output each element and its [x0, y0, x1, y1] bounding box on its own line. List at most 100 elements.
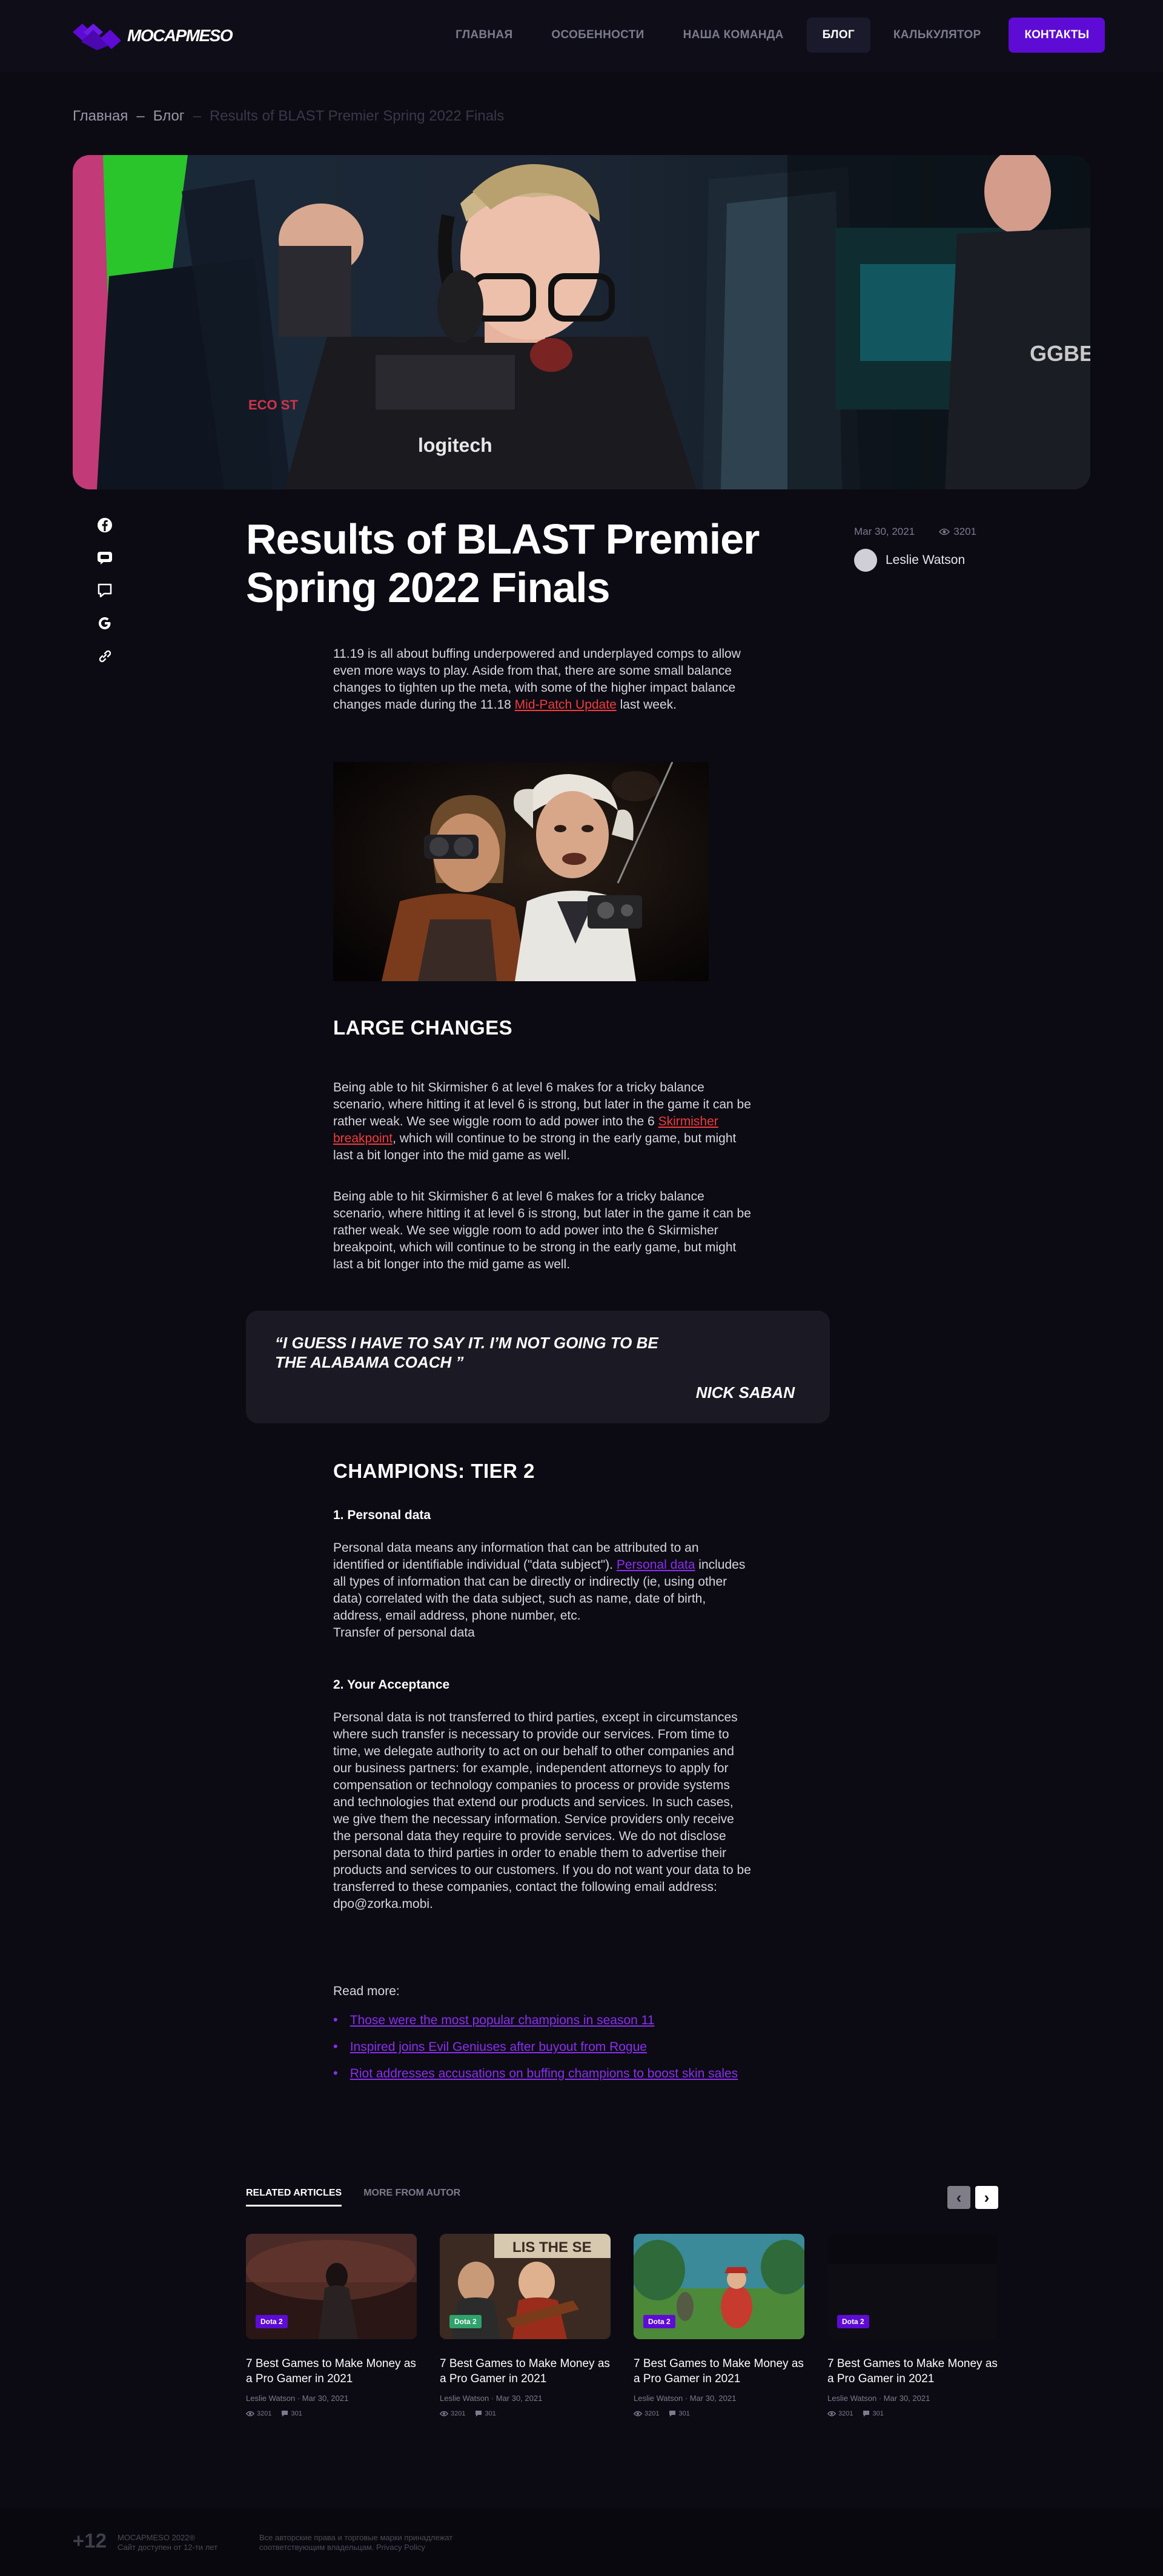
- article-image: [333, 762, 709, 981]
- svg-text:ECO ST: ECO ST: [248, 397, 298, 412]
- card-comments: 301: [291, 2410, 302, 2417]
- card-image: LIS THE SE Dota 2: [440, 2234, 611, 2339]
- discord-icon[interactable]: [96, 549, 114, 567]
- heading-personal-data: 1. Personal data: [333, 1508, 431, 1522]
- related-cards: Dota 2 7 Best Games to Make Money as a P…: [246, 2234, 997, 2428]
- eye-icon: [827, 2411, 836, 2417]
- game-badge: Dota 2: [256, 2315, 288, 2328]
- heading-large-changes: LARGE CHANGES: [333, 1016, 513, 1039]
- list-item: • Riot addresses accusations on buffing c…: [333, 2065, 751, 2081]
- p2-text: Being able to hit Skirmisher 6 at level …: [333, 1190, 751, 1271]
- tab-related-articles[interactable]: RELATED ARTICLES: [246, 2188, 342, 2207]
- read-more-link[interactable]: Inspired joins Evil Geniuses after buyou…: [350, 2040, 647, 2055]
- comment-icon: [863, 2411, 870, 2417]
- card-views: 3201: [838, 2410, 853, 2417]
- paragraph-2: Being able to hit Skirmisher 6 at level …: [333, 1188, 751, 1273]
- heading-champions: CHAMPIONS: TIER 2: [333, 1460, 535, 1482]
- section-champions: CHAMPIONS: TIER 2: [333, 1460, 751, 1483]
- footer-brand-line: MOCAPMESO 2022®: [118, 2533, 196, 2542]
- age-rating: +12: [73, 2529, 107, 2552]
- card-image: Dota 2: [634, 2234, 804, 2339]
- card-title: 7 Best Games to Make Money as a Pro Game…: [246, 2357, 416, 2385]
- contacts-button[interactable]: КОНТАКТЫ: [1009, 18, 1105, 53]
- quote-block: “I GUESS I HAVE TO SAY IT. I’M NOT GOING…: [246, 1311, 830, 1423]
- acceptance-text: Personal data is not transferred to thir…: [333, 1710, 751, 1911]
- section-personal-data: 1. Personal data: [333, 1508, 751, 1523]
- card-title: 7 Best Games to Make Money as a Pro Game…: [827, 2357, 997, 2385]
- site-footer: +12 MOCAPMESO 2022® Сайт доступен от 12-…: [0, 2508, 1163, 2576]
- related-tabs: RELATED ARTICLES MORE FROM AUTOR: [246, 2188, 460, 2207]
- breadcrumb-separator: –: [193, 108, 201, 124]
- mid-patch-link[interactable]: Mid-Patch Update: [515, 698, 617, 712]
- breadcrumb-blog[interactable]: Блог: [153, 108, 185, 125]
- card-image: Dota 2: [246, 2234, 417, 2339]
- avatar: [854, 549, 877, 572]
- card-comments: 301: [678, 2410, 690, 2417]
- card-comments: 301: [485, 2410, 496, 2417]
- quote-author: NICK SABAN: [695, 1383, 795, 1402]
- section-large-changes: LARGE CHANGES: [333, 1016, 751, 1039]
- share-bar: [96, 516, 114, 665]
- article-card[interactable]: Dota 2 7 Best Games to Make Money as a P…: [634, 2234, 804, 2417]
- nav-calculator[interactable]: КАЛЬКУЛЯТОР: [878, 18, 997, 53]
- logo[interactable]: MOCAPMESO: [73, 21, 233, 50]
- logo-text: MOCAPMESO: [127, 26, 233, 45]
- read-more-link[interactable]: Riot addresses accusations on buffing ch…: [350, 2067, 738, 2081]
- next-arrow-icon[interactable]: ›: [975, 2186, 998, 2209]
- article-card[interactable]: Dota 2 7 Best Games to Make Money as a P…: [246, 2234, 417, 2417]
- card-image: Dota 2: [827, 2234, 997, 2339]
- svg-text:logitech: logitech: [418, 434, 492, 456]
- prev-arrow-icon[interactable]: ‹: [947, 2186, 970, 2209]
- breadcrumb: Главная – Блог – Results of BLAST Premie…: [73, 108, 504, 125]
- section-acceptance: 2. Your Acceptance: [333, 1678, 751, 1692]
- carousel-controls: ‹ ›: [947, 2186, 998, 2209]
- eye-icon: [634, 2411, 642, 2417]
- eye-icon: [440, 2411, 448, 2417]
- breadcrumb-current: Results of BLAST Premier Spring 2022 Fin…: [209, 108, 505, 124]
- footer-copy-line: Все авторские права и торговые марки при…: [259, 2533, 453, 2542]
- personal-data-link[interactable]: Personal data: [617, 1558, 695, 1572]
- card-stats: 3201 301: [440, 2410, 611, 2417]
- message-icon[interactable]: [96, 581, 114, 600]
- site-header: MOCAPMESO ГЛАВНАЯ ОСОБЕННОСТИ НАША КОМАН…: [0, 0, 1163, 71]
- hero-image: GGBET logitech ECO ST: [73, 155, 1090, 489]
- footer-copy-line[interactable]: соответствующим владельцам. Privacy Poli…: [259, 2543, 502, 2552]
- article-card[interactable]: Dota 2 7 Best Games to Make Money as a P…: [827, 2234, 997, 2417]
- nav-blog[interactable]: БЛОГ: [806, 18, 870, 53]
- footer-brand-line: Сайт доступен от 12-ти лет: [118, 2543, 218, 2552]
- list-item: • Inspired joins Evil Geniuses after buyo…: [333, 2039, 751, 2055]
- card-title: 7 Best Games to Make Money as a Pro Game…: [440, 2357, 610, 2385]
- read-more-link[interactable]: Those were the most popular champions in…: [350, 2013, 655, 2028]
- comment-icon: [282, 2411, 288, 2417]
- article-meta: Mar 30, 2021 3201 Leslie Watson: [854, 526, 1036, 572]
- breadcrumb-separator: –: [136, 108, 145, 124]
- comment-icon: [475, 2411, 482, 2417]
- game-badge: Dota 2: [449, 2315, 482, 2328]
- author[interactable]: Leslie Watson: [854, 549, 1036, 572]
- nav-team[interactable]: НАША КОМАНДА: [668, 18, 800, 53]
- card-stats: 3201 301: [827, 2410, 997, 2417]
- card-title: 7 Best Games to Make Money as a Pro Game…: [634, 2357, 804, 2385]
- acceptance-paragraph: Personal data is not transferred to thir…: [333, 1709, 751, 1913]
- google-icon[interactable]: [96, 614, 114, 632]
- link-icon[interactable]: [96, 647, 114, 665]
- card-meta: Leslie Watson · Mar 30, 2021: [827, 2394, 930, 2403]
- comment-icon: [669, 2411, 676, 2417]
- tab-more-from-author[interactable]: MORE FROM AUTOR: [363, 2188, 460, 2207]
- card-stats: 3201 301: [634, 2410, 804, 2417]
- card-stats: 3201 301: [246, 2410, 417, 2417]
- quote-text: “I GUESS I HAVE TO SAY IT. I’M NOT GOING…: [275, 1334, 658, 1371]
- facebook-icon[interactable]: [96, 516, 114, 534]
- eye-icon: [939, 528, 950, 535]
- logo-icon: [73, 24, 121, 50]
- read-more-label: Read more:: [333, 1984, 400, 1998]
- card-views: 3201: [451, 2410, 466, 2417]
- intro-text-end: last week.: [616, 698, 677, 712]
- article-card[interactable]: LIS THE SE Dota 2 7 Best Games to Make M…: [440, 2234, 611, 2417]
- nav-features[interactable]: ОСОБЕННОСТИ: [535, 18, 660, 53]
- nav-home[interactable]: ГЛАВНАЯ: [440, 18, 528, 53]
- footer-copyright: Все авторские права и торговые марки при…: [259, 2533, 502, 2552]
- card-meta: Leslie Watson · Mar 30, 2021: [440, 2394, 543, 2403]
- breadcrumb-home[interactable]: Главная: [73, 108, 128, 125]
- eye-icon: [246, 2411, 254, 2417]
